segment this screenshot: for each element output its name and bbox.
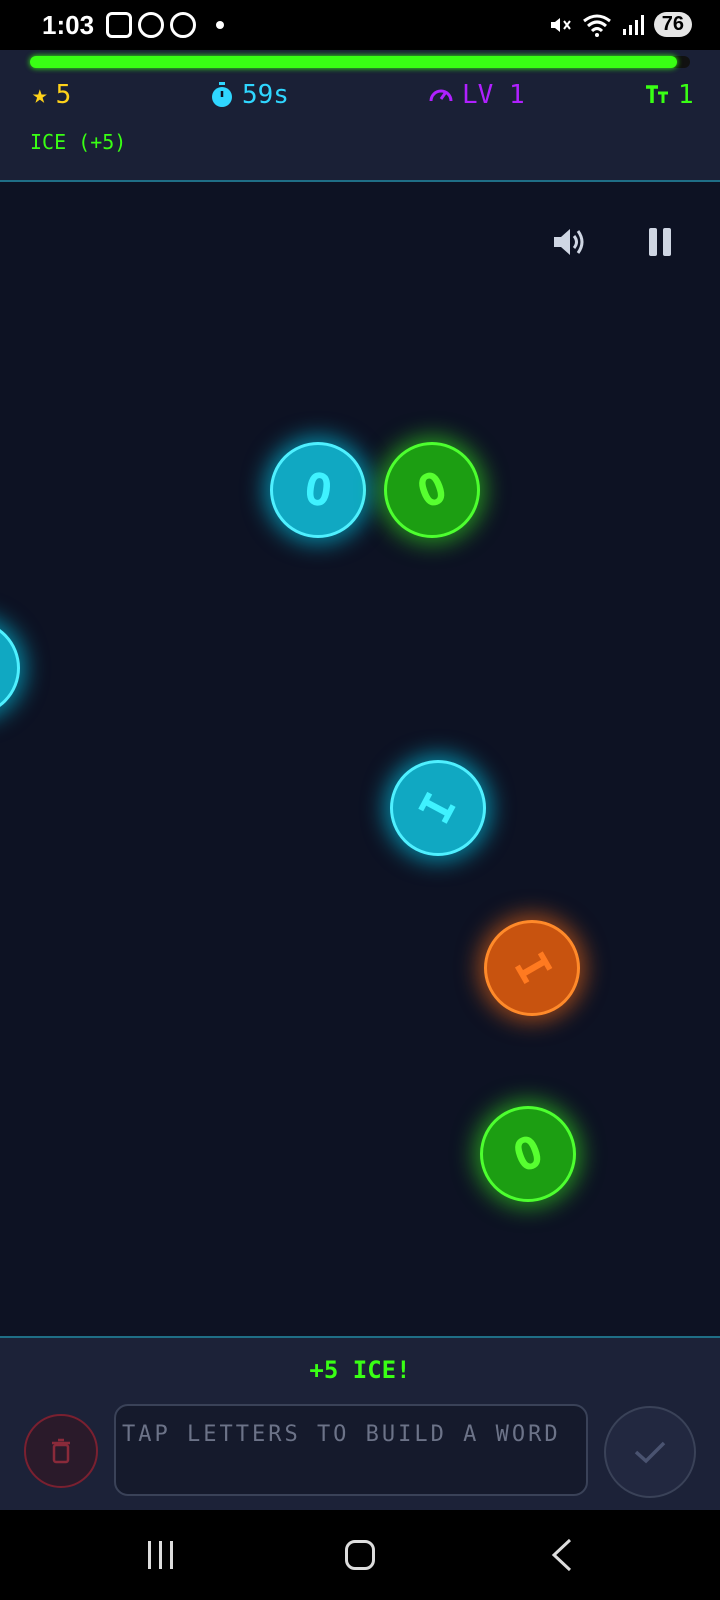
word-input[interactable]: TAP LETTERS TO BUILD A WORD [114,1404,588,1496]
score-display: ★ 5 [32,80,71,110]
wifi-icon [582,14,611,37]
speaker-icon [554,229,584,255]
mute-icon [550,17,571,32]
bubble-letter: O [301,462,335,518]
level-display: LV 1 [428,80,525,110]
letter-bubble[interactable]: O [480,1106,576,1202]
system-nav-bar [0,1510,720,1600]
bubble-letter: I [503,943,561,993]
notification-dot-icon [216,21,224,29]
score-value: 5 [55,80,72,110]
status-clock: 1:03 [42,10,95,40]
clear-word-button[interactable] [24,1414,98,1488]
level-value: LV 1 [462,80,525,110]
back-button[interactable] [532,1530,592,1580]
letter-bubble[interactable]: O [270,442,366,538]
last-word-bonus: ICE (+5) [30,130,127,154]
signal-icon [622,14,644,35]
text-size-display: 1 [644,80,694,110]
timer-value: 59s [242,80,289,110]
stopwatch-icon [212,82,232,107]
pause-icon-bar [663,228,671,256]
check-icon [634,1441,666,1464]
pause-icon [649,228,657,256]
bubble-letter: O [506,1125,550,1183]
submit-word-button[interactable] [604,1406,696,1498]
notification-icons [106,12,224,38]
pause-button[interactable] [640,222,680,262]
time-progress-bar [30,56,690,68]
home-icon [345,1540,375,1570]
text-size-icon [646,85,668,103]
game-area[interactable]: O O O I I O [0,182,720,1336]
system-icons: 76 [548,12,692,37]
fingerprint-icon [170,12,196,38]
letter-bubble[interactable]: I [484,920,580,1016]
recents-button[interactable] [130,1530,190,1580]
letter-bubble[interactable]: O [0,620,20,716]
star-icon: ★ [32,80,48,110]
sound-button[interactable] [550,222,590,262]
recents-icon-bar [158,1541,162,1569]
recents-icon [147,1541,151,1569]
bubble-letter: I [409,784,467,832]
back-icon [551,1538,572,1572]
bubble-letter: O [410,461,454,519]
stats-row: ★ 5 59s LV 1 1 [0,80,720,120]
word-builder-panel: +5 ICE! TAP LETTERS TO BUILD A WORD [0,1336,720,1510]
text-size-value: 1 [678,80,694,110]
time-progress-fill [30,56,677,68]
recents-icon-bar [169,1541,173,1569]
speedometer-icon [429,89,453,102]
game-hud: ★ 5 59s LV 1 1 ICE (+5) [0,50,720,182]
trash-icon [52,1438,70,1464]
letter-bubble[interactable]: O [384,442,480,538]
timer-display: 59s [210,80,289,110]
status-bar: 1:03 76 [0,0,720,50]
home-button[interactable] [330,1530,390,1580]
screenshot-icon [106,12,132,38]
bonus-message: +5 ICE! [309,1356,411,1384]
battery-indicator: 76 [653,12,692,37]
fingerprint-icon [138,12,164,38]
letter-bubble[interactable]: I [390,760,486,856]
